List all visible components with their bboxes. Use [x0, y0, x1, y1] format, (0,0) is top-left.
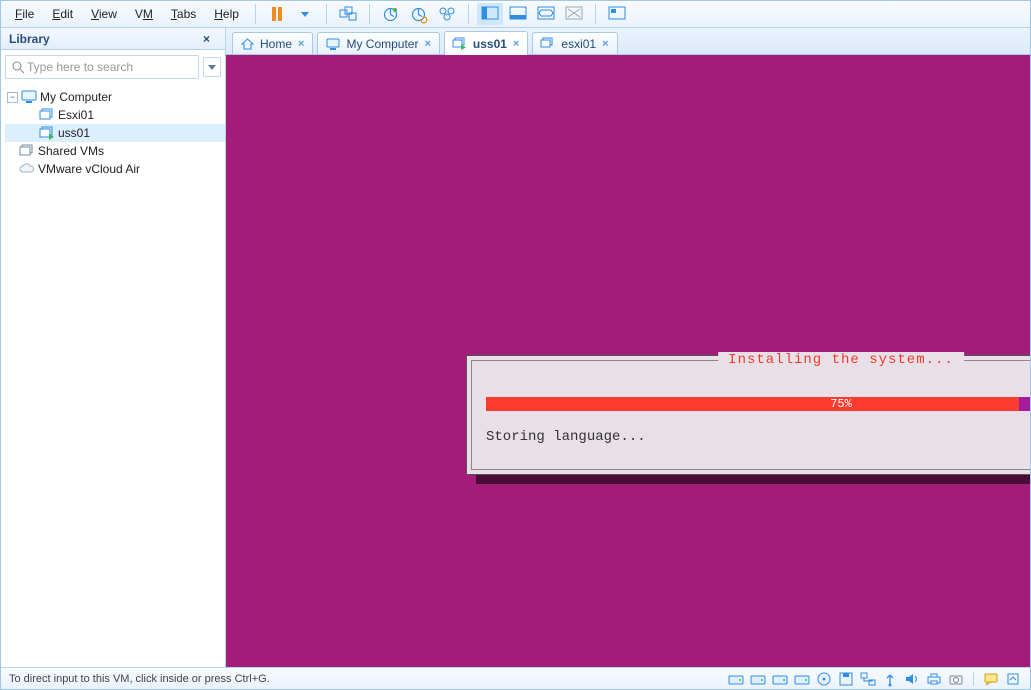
printer-icon[interactable]	[925, 671, 943, 687]
tab-close-icon[interactable]: ×	[513, 38, 519, 50]
library-tree: − My Computer Esxi01 uss01	[1, 84, 225, 667]
installer-dialog: Installing the system... 75% Storing lan…	[466, 355, 1030, 475]
sidebar-title: Library	[9, 32, 50, 46]
status-bar: To direct input to this VM, click inside…	[1, 667, 1030, 689]
hdd-icon[interactable]	[749, 671, 767, 687]
tab-my-computer[interactable]: My Computer ×	[317, 32, 439, 54]
console-view-icon	[482, 7, 498, 21]
fullscreen-single-icon	[510, 7, 526, 21]
pause-dropdown[interactable]	[292, 3, 318, 25]
floppy-icon[interactable]	[837, 671, 855, 687]
unity-icon	[566, 7, 582, 21]
monitor-icon	[21, 89, 37, 105]
tree-item-my-computer[interactable]: − My Computer	[5, 88, 225, 106]
pause-button[interactable]	[264, 3, 290, 25]
tab-home[interactable]: Home ×	[232, 32, 313, 54]
tab-close-icon[interactable]: ×	[298, 38, 304, 50]
shared-vms-icon	[19, 143, 35, 159]
menu-file[interactable]: File	[7, 4, 42, 24]
tab-close-icon[interactable]: ×	[602, 38, 608, 50]
expand-panel-icon[interactable]	[1004, 671, 1022, 687]
content-area: Home × My Computer × uss01 × esxi01 ×	[226, 28, 1030, 667]
monitor-icon	[326, 38, 340, 50]
sidebar-close-button[interactable]: ×	[203, 32, 217, 46]
sidebar-search[interactable]	[5, 55, 199, 79]
search-dropdown[interactable]	[203, 57, 221, 77]
message-icon[interactable]	[982, 671, 1000, 687]
tree-item-vcloud-air[interactable]: VMware vCloud Air	[5, 160, 225, 178]
search-input[interactable]	[25, 59, 192, 75]
vm-running-icon	[453, 38, 467, 50]
tab-close-icon[interactable]: ×	[424, 38, 430, 50]
menu-tabs[interactable]: Tabs	[163, 4, 204, 24]
tab-bar: Home × My Computer × uss01 × esxi01 ×	[226, 28, 1030, 55]
vm-icon	[39, 107, 55, 123]
menu-help[interactable]: Help	[206, 4, 247, 24]
search-icon	[12, 61, 25, 74]
installer-status: Storing language...	[486, 429, 646, 445]
chevron-down-icon	[208, 65, 216, 70]
status-hint: To direct input to this VM, click inside…	[9, 673, 270, 685]
pause-icon	[272, 7, 282, 21]
menu-vm[interactable]: VM	[127, 4, 161, 24]
snapshot-icon	[383, 7, 398, 22]
stretch-icon	[538, 7, 554, 21]
view-console-button[interactable]	[477, 3, 503, 25]
progress-bar: 75%	[486, 397, 1030, 411]
cloud-icon	[19, 161, 35, 177]
tree-item-uss01[interactable]: uss01	[5, 124, 225, 142]
tree-item-shared-vms[interactable]: Shared VMs	[5, 142, 225, 160]
library-sidebar: Library × − My Computer	[1, 28, 226, 667]
main-row: Library × − My Computer	[1, 28, 1030, 667]
sound-icon[interactable]	[903, 671, 921, 687]
thumbnail-icon	[609, 7, 625, 21]
view-fullscreen-single-button[interactable]	[505, 3, 531, 25]
tab-esxi01[interactable]: esxi01 ×	[532, 32, 617, 54]
cd-icon[interactable]	[815, 671, 833, 687]
installer-title: Installing the system...	[718, 352, 964, 368]
keys-icon	[340, 7, 356, 21]
chevron-down-icon	[301, 12, 309, 17]
vm-console[interactable]: Installing the system... 75% Storing lan…	[226, 55, 1030, 667]
network-icon[interactable]	[859, 671, 877, 687]
usb-icon[interactable]	[881, 671, 899, 687]
progress-label: 75%	[486, 397, 1030, 411]
hdd-icon[interactable]	[793, 671, 811, 687]
tree-item-esxi01[interactable]: Esxi01	[5, 106, 225, 124]
vm-running-icon	[39, 125, 55, 141]
menu-view[interactable]: View	[83, 4, 125, 24]
view-thumbnail-button[interactable]	[604, 3, 630, 25]
snapshot-manager-button[interactable]	[434, 3, 460, 25]
collapse-icon[interactable]: −	[7, 92, 18, 103]
snapshot-revert-icon	[411, 7, 426, 22]
send-ctrl-alt-del-button[interactable]	[335, 3, 361, 25]
snapshot-manager-icon	[439, 7, 455, 21]
view-unity-button[interactable]	[561, 3, 587, 25]
hdd-icon[interactable]	[771, 671, 789, 687]
toolbar-sep	[255, 4, 256, 24]
sidebar-search-row	[1, 50, 225, 84]
sidebar-header: Library ×	[1, 28, 225, 50]
vm-icon	[541, 38, 555, 50]
menubar: File Edit View VM Tabs Help	[1, 1, 1030, 28]
camera-icon[interactable]	[947, 671, 965, 687]
tab-uss01[interactable]: uss01 ×	[444, 31, 528, 55]
snapshot-take-button[interactable]	[378, 3, 404, 25]
view-stretch-button[interactable]	[533, 3, 559, 25]
hdd-icon[interactable]	[727, 671, 745, 687]
home-icon	[241, 38, 254, 50]
device-tray	[727, 671, 1022, 687]
snapshot-revert-button[interactable]	[406, 3, 432, 25]
menu-edit[interactable]: Edit	[44, 4, 81, 24]
